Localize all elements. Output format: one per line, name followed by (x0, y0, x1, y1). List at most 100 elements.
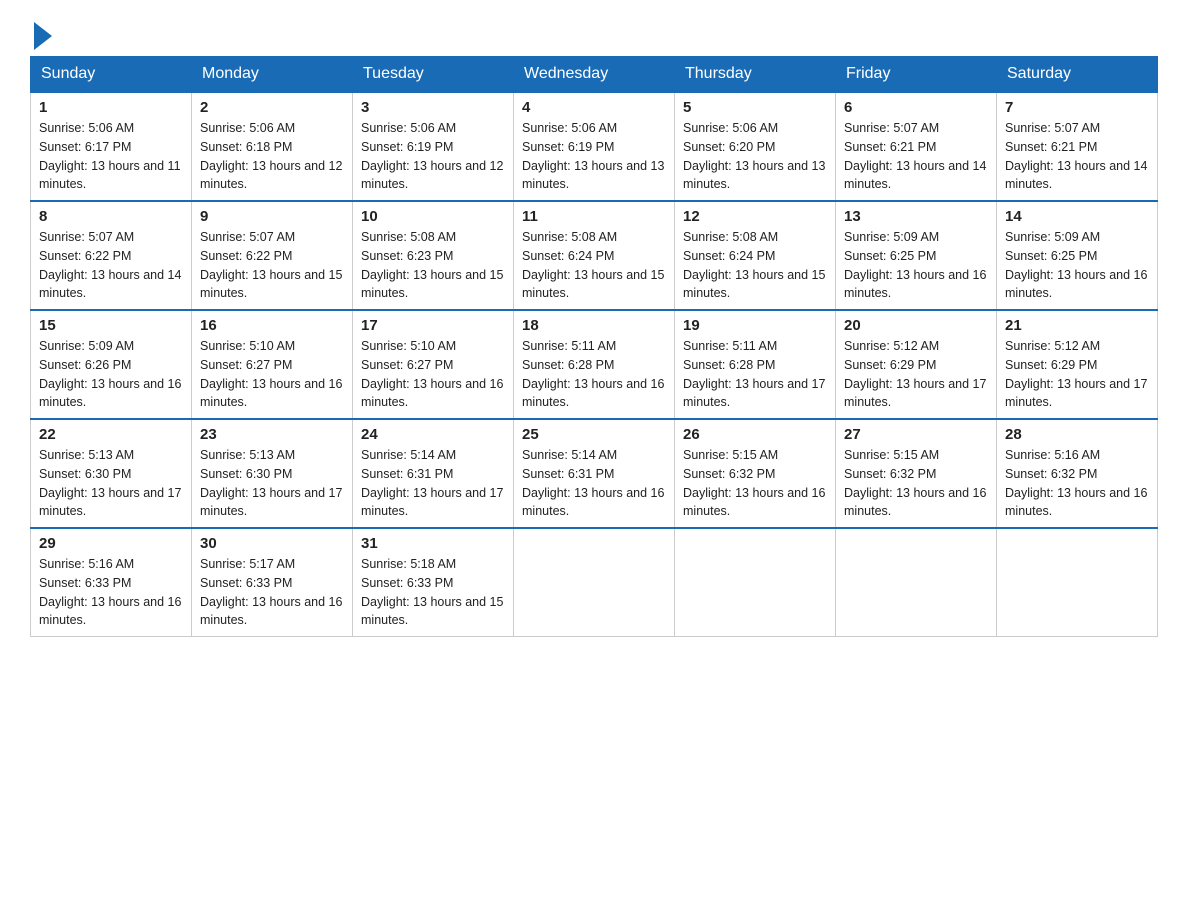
calendar-day-header: Friday (836, 57, 997, 93)
day-info: Sunrise: 5:12 AMSunset: 6:29 PMDaylight:… (1005, 339, 1147, 409)
day-number: 29 (39, 535, 183, 552)
day-number: 28 (1005, 426, 1149, 443)
day-number: 13 (844, 208, 988, 225)
calendar-day-cell: 30 Sunrise: 5:17 AMSunset: 6:33 PMDaylig… (192, 528, 353, 637)
calendar-day-header: Tuesday (353, 57, 514, 93)
day-info: Sunrise: 5:07 AMSunset: 6:21 PMDaylight:… (1005, 121, 1147, 191)
calendar-day-header: Saturday (997, 57, 1158, 93)
calendar-day-cell: 5 Sunrise: 5:06 AMSunset: 6:20 PMDayligh… (675, 92, 836, 201)
day-info: Sunrise: 5:17 AMSunset: 6:33 PMDaylight:… (200, 557, 342, 627)
logo-arrow-icon (34, 22, 52, 50)
day-number: 23 (200, 426, 344, 443)
calendar-day-cell: 11 Sunrise: 5:08 AMSunset: 6:24 PMDaylig… (514, 201, 675, 310)
day-info: Sunrise: 5:09 AMSunset: 6:26 PMDaylight:… (39, 339, 181, 409)
calendar-day-header: Sunday (31, 57, 192, 93)
calendar-day-cell: 3 Sunrise: 5:06 AMSunset: 6:19 PMDayligh… (353, 92, 514, 201)
day-number: 6 (844, 99, 988, 116)
calendar-day-cell: 28 Sunrise: 5:16 AMSunset: 6:32 PMDaylig… (997, 419, 1158, 528)
calendar-day-cell: 9 Sunrise: 5:07 AMSunset: 6:22 PMDayligh… (192, 201, 353, 310)
calendar-day-cell: 2 Sunrise: 5:06 AMSunset: 6:18 PMDayligh… (192, 92, 353, 201)
day-info: Sunrise: 5:06 AMSunset: 6:20 PMDaylight:… (683, 121, 825, 191)
day-number: 22 (39, 426, 183, 443)
day-number: 9 (200, 208, 344, 225)
day-info: Sunrise: 5:06 AMSunset: 6:18 PMDaylight:… (200, 121, 342, 191)
day-number: 18 (522, 317, 666, 334)
day-number: 30 (200, 535, 344, 552)
day-info: Sunrise: 5:13 AMSunset: 6:30 PMDaylight:… (200, 448, 342, 518)
page-header (30, 20, 1158, 46)
calendar-day-cell: 7 Sunrise: 5:07 AMSunset: 6:21 PMDayligh… (997, 92, 1158, 201)
calendar-day-cell: 4 Sunrise: 5:06 AMSunset: 6:19 PMDayligh… (514, 92, 675, 201)
calendar-day-cell (836, 528, 997, 637)
day-info: Sunrise: 5:10 AMSunset: 6:27 PMDaylight:… (361, 339, 503, 409)
calendar-day-cell: 6 Sunrise: 5:07 AMSunset: 6:21 PMDayligh… (836, 92, 997, 201)
day-number: 1 (39, 99, 183, 116)
calendar-week-row: 8 Sunrise: 5:07 AMSunset: 6:22 PMDayligh… (31, 201, 1158, 310)
day-info: Sunrise: 5:09 AMSunset: 6:25 PMDaylight:… (1005, 230, 1147, 300)
day-info: Sunrise: 5:15 AMSunset: 6:32 PMDaylight:… (844, 448, 986, 518)
calendar-day-cell: 12 Sunrise: 5:08 AMSunset: 6:24 PMDaylig… (675, 201, 836, 310)
day-info: Sunrise: 5:11 AMSunset: 6:28 PMDaylight:… (683, 339, 825, 409)
logo (30, 20, 52, 46)
calendar-day-cell: 14 Sunrise: 5:09 AMSunset: 6:25 PMDaylig… (997, 201, 1158, 310)
day-number: 26 (683, 426, 827, 443)
day-number: 7 (1005, 99, 1149, 116)
day-number: 11 (522, 208, 666, 225)
day-number: 10 (361, 208, 505, 225)
day-info: Sunrise: 5:12 AMSunset: 6:29 PMDaylight:… (844, 339, 986, 409)
calendar-day-cell (675, 528, 836, 637)
day-number: 21 (1005, 317, 1149, 334)
day-info: Sunrise: 5:07 AMSunset: 6:22 PMDaylight:… (200, 230, 342, 300)
day-info: Sunrise: 5:13 AMSunset: 6:30 PMDaylight:… (39, 448, 181, 518)
day-info: Sunrise: 5:16 AMSunset: 6:33 PMDaylight:… (39, 557, 181, 627)
calendar-day-cell: 1 Sunrise: 5:06 AMSunset: 6:17 PMDayligh… (31, 92, 192, 201)
day-info: Sunrise: 5:14 AMSunset: 6:31 PMDaylight:… (361, 448, 503, 518)
day-info: Sunrise: 5:10 AMSunset: 6:27 PMDaylight:… (200, 339, 342, 409)
day-number: 12 (683, 208, 827, 225)
calendar-day-header: Monday (192, 57, 353, 93)
day-number: 20 (844, 317, 988, 334)
day-number: 3 (361, 99, 505, 116)
calendar-day-cell: 24 Sunrise: 5:14 AMSunset: 6:31 PMDaylig… (353, 419, 514, 528)
day-info: Sunrise: 5:15 AMSunset: 6:32 PMDaylight:… (683, 448, 825, 518)
day-info: Sunrise: 5:09 AMSunset: 6:25 PMDaylight:… (844, 230, 986, 300)
day-info: Sunrise: 5:16 AMSunset: 6:32 PMDaylight:… (1005, 448, 1147, 518)
calendar-day-cell: 23 Sunrise: 5:13 AMSunset: 6:30 PMDaylig… (192, 419, 353, 528)
day-number: 8 (39, 208, 183, 225)
day-info: Sunrise: 5:08 AMSunset: 6:24 PMDaylight:… (522, 230, 664, 300)
day-number: 16 (200, 317, 344, 334)
calendar-day-cell (514, 528, 675, 637)
day-number: 17 (361, 317, 505, 334)
calendar-day-cell: 16 Sunrise: 5:10 AMSunset: 6:27 PMDaylig… (192, 310, 353, 419)
calendar-table: SundayMondayTuesdayWednesdayThursdayFrid… (30, 56, 1158, 637)
calendar-day-cell: 18 Sunrise: 5:11 AMSunset: 6:28 PMDaylig… (514, 310, 675, 419)
day-info: Sunrise: 5:18 AMSunset: 6:33 PMDaylight:… (361, 557, 503, 627)
day-number: 2 (200, 99, 344, 116)
day-info: Sunrise: 5:06 AMSunset: 6:19 PMDaylight:… (522, 121, 664, 191)
calendar-day-cell: 20 Sunrise: 5:12 AMSunset: 6:29 PMDaylig… (836, 310, 997, 419)
calendar-week-row: 29 Sunrise: 5:16 AMSunset: 6:33 PMDaylig… (31, 528, 1158, 637)
day-info: Sunrise: 5:06 AMSunset: 6:19 PMDaylight:… (361, 121, 503, 191)
calendar-day-cell: 29 Sunrise: 5:16 AMSunset: 6:33 PMDaylig… (31, 528, 192, 637)
day-number: 4 (522, 99, 666, 116)
day-number: 15 (39, 317, 183, 334)
day-number: 31 (361, 535, 505, 552)
calendar-day-cell: 17 Sunrise: 5:10 AMSunset: 6:27 PMDaylig… (353, 310, 514, 419)
calendar-week-row: 22 Sunrise: 5:13 AMSunset: 6:30 PMDaylig… (31, 419, 1158, 528)
calendar-day-cell: 10 Sunrise: 5:08 AMSunset: 6:23 PMDaylig… (353, 201, 514, 310)
calendar-day-cell (997, 528, 1158, 637)
calendar-day-cell: 26 Sunrise: 5:15 AMSunset: 6:32 PMDaylig… (675, 419, 836, 528)
day-info: Sunrise: 5:07 AMSunset: 6:22 PMDaylight:… (39, 230, 181, 300)
calendar-day-cell: 15 Sunrise: 5:09 AMSunset: 6:26 PMDaylig… (31, 310, 192, 419)
day-number: 24 (361, 426, 505, 443)
calendar-day-cell: 19 Sunrise: 5:11 AMSunset: 6:28 PMDaylig… (675, 310, 836, 419)
day-number: 25 (522, 426, 666, 443)
calendar-day-cell: 31 Sunrise: 5:18 AMSunset: 6:33 PMDaylig… (353, 528, 514, 637)
day-number: 27 (844, 426, 988, 443)
calendar-day-header: Thursday (675, 57, 836, 93)
day-number: 5 (683, 99, 827, 116)
calendar-day-header: Wednesday (514, 57, 675, 93)
day-info: Sunrise: 5:07 AMSunset: 6:21 PMDaylight:… (844, 121, 986, 191)
calendar-day-cell: 27 Sunrise: 5:15 AMSunset: 6:32 PMDaylig… (836, 419, 997, 528)
calendar-day-cell: 13 Sunrise: 5:09 AMSunset: 6:25 PMDaylig… (836, 201, 997, 310)
